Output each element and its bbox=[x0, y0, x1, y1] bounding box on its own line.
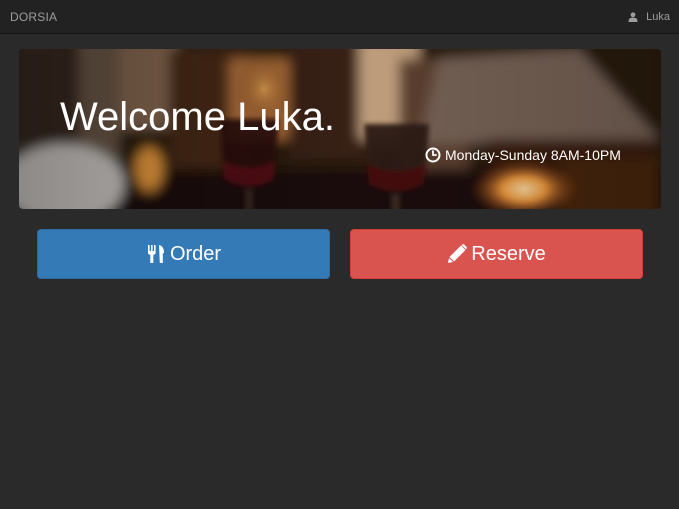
user-menu[interactable]: Luka bbox=[628, 11, 670, 23]
order-button[interactable]: Order bbox=[37, 229, 330, 279]
navbar: DORSIA Luka bbox=[0, 0, 679, 34]
welcome-banner: Welcome Luka. Monday-Sunday 8AM-10PM bbox=[19, 49, 661, 209]
reserve-button-label: Reserve bbox=[471, 242, 546, 265]
user-name: Luka bbox=[646, 11, 670, 23]
pencil-icon bbox=[447, 244, 468, 264]
opening-hours: Monday-Sunday 8AM-10PM bbox=[425, 147, 621, 163]
clock-icon bbox=[425, 147, 441, 163]
order-button-label: Order bbox=[169, 242, 222, 265]
user-icon bbox=[628, 12, 638, 22]
welcome-heading: Welcome Luka. bbox=[60, 95, 335, 139]
reserve-button[interactable]: Reserve bbox=[350, 229, 643, 279]
cutlery-icon bbox=[146, 244, 166, 264]
brand-link[interactable]: DORSIA bbox=[10, 10, 57, 24]
opening-hours-text: Monday-Sunday 8AM-10PM bbox=[445, 147, 621, 163]
